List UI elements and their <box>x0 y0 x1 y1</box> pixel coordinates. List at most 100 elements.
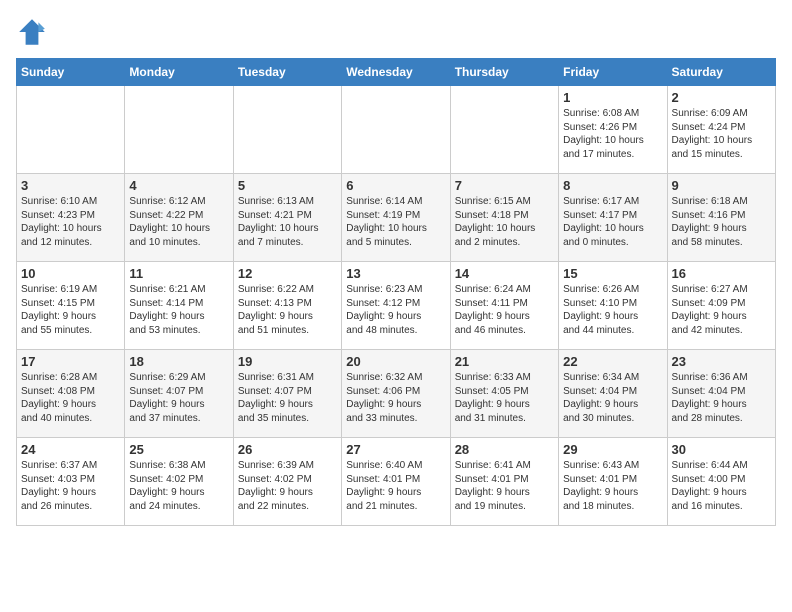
week-row-4: 17 Sunrise: 6:28 AM Sunset: 4:08 PM Dayli… <box>17 350 776 438</box>
day-number: 16 <box>672 266 771 281</box>
day-info: Sunrise: 6:43 AM Sunset: 4:01 PM Dayligh… <box>563 459 662 513</box>
day-info: Sunrise: 6:26 AM Sunset: 4:10 PM Dayligh… <box>563 283 662 337</box>
calendar-cell: 14 Sunrise: 6:24 AM Sunset: 4:11 PM Dayli… <box>450 262 558 350</box>
calendar-cell <box>17 86 125 174</box>
day-info: Sunrise: 6:13 AM Sunset: 4:21 PM Dayligh… <box>238 195 337 249</box>
day-number: 20 <box>346 354 445 369</box>
day-number: 28 <box>455 442 554 457</box>
day-info: Sunrise: 6:39 AM Sunset: 4:02 PM Dayligh… <box>238 459 337 513</box>
calendar-cell: 16Sunrise: 6:27 AM Sunset: 4:09 PM Dayli… <box>667 262 775 350</box>
calendar-cell: 13 Sunrise: 6:23 AM Sunset: 4:12 PM Dayli… <box>342 262 450 350</box>
calendar-cell: 10 Sunrise: 6:19 AM Sunset: 4:15 PM Dayli… <box>17 262 125 350</box>
calendar-cell: 23 Sunrise: 6:36 AM Sunset: 4:04 PM Dayli… <box>667 350 775 438</box>
calendar-cell: 5 Sunrise: 6:13 AM Sunset: 4:21 PM Daylig… <box>233 174 341 262</box>
header-day-friday: Friday <box>559 59 667 86</box>
day-number: 27 <box>346 442 445 457</box>
day-info: Sunrise: 6:24 AM Sunset: 4:11 PM Dayligh… <box>455 283 554 337</box>
calendar-cell: 2 Sunrise: 6:09 AM Sunset: 4:24 PM Daylig… <box>667 86 775 174</box>
day-info: Sunrise: 6:31 AM Sunset: 4:07 PM Dayligh… <box>238 371 337 425</box>
day-info: Sunrise: 6:19 AM Sunset: 4:15 PM Dayligh… <box>21 283 120 337</box>
calendar-cell: 21 Sunrise: 6:33 AM Sunset: 4:05 PM Dayli… <box>450 350 558 438</box>
calendar-cell: 27 Sunrise: 6:40 AM Sunset: 4:01 PM Dayli… <box>342 438 450 526</box>
calendar-cell: 15Sunrise: 6:26 AM Sunset: 4:10 PM Dayli… <box>559 262 667 350</box>
day-info: Sunrise: 6:23 AM Sunset: 4:12 PM Dayligh… <box>346 283 445 337</box>
day-number: 29 <box>563 442 662 457</box>
day-number: 1 <box>563 90 662 105</box>
day-info: Sunrise: 6:18 AM Sunset: 4:16 PM Dayligh… <box>672 195 771 249</box>
day-info: Sunrise: 6:33 AM Sunset: 4:05 PM Dayligh… <box>455 371 554 425</box>
calendar-cell: 17 Sunrise: 6:28 AM Sunset: 4:08 PM Dayli… <box>17 350 125 438</box>
day-info: Sunrise: 6:15 AM Sunset: 4:18 PM Dayligh… <box>455 195 554 249</box>
calendar-cell: 28 Sunrise: 6:41 AM Sunset: 4:01 PM Dayli… <box>450 438 558 526</box>
calendar-cell <box>125 86 233 174</box>
calendar-cell: 8Sunrise: 6:17 AM Sunset: 4:17 PM Daylig… <box>559 174 667 262</box>
calendar-cell: 9 Sunrise: 6:18 AM Sunset: 4:16 PM Daylig… <box>667 174 775 262</box>
page-header <box>16 16 776 48</box>
day-info: Sunrise: 6:40 AM Sunset: 4:01 PM Dayligh… <box>346 459 445 513</box>
week-row-1: 1 Sunrise: 6:08 AM Sunset: 4:26 PM Daylig… <box>17 86 776 174</box>
day-info: Sunrise: 6:38 AM Sunset: 4:02 PM Dayligh… <box>129 459 228 513</box>
calendar-cell: 25 Sunrise: 6:38 AM Sunset: 4:02 PM Dayli… <box>125 438 233 526</box>
day-number: 24 <box>21 442 120 457</box>
week-row-5: 24 Sunrise: 6:37 AM Sunset: 4:03 PM Dayli… <box>17 438 776 526</box>
header-day-sunday: Sunday <box>17 59 125 86</box>
day-number: 25 <box>129 442 228 457</box>
day-number: 9 <box>672 178 771 193</box>
day-info: Sunrise: 6:10 AM Sunset: 4:23 PM Dayligh… <box>21 195 120 249</box>
calendar-body: 1 Sunrise: 6:08 AM Sunset: 4:26 PM Daylig… <box>17 86 776 526</box>
calendar-cell: 29 Sunrise: 6:43 AM Sunset: 4:01 PM Dayli… <box>559 438 667 526</box>
day-info: Sunrise: 6:09 AM Sunset: 4:24 PM Dayligh… <box>672 107 771 161</box>
calendar-cell: 7 Sunrise: 6:15 AM Sunset: 4:18 PM Daylig… <box>450 174 558 262</box>
day-info: Sunrise: 6:36 AM Sunset: 4:04 PM Dayligh… <box>672 371 771 425</box>
day-number: 7 <box>455 178 554 193</box>
calendar-cell: 6 Sunrise: 6:14 AM Sunset: 4:19 PM Daylig… <box>342 174 450 262</box>
day-number: 13 <box>346 266 445 281</box>
day-number: 12 <box>238 266 337 281</box>
day-info: Sunrise: 6:17 AM Sunset: 4:17 PM Dayligh… <box>563 195 662 249</box>
logo-icon <box>16 16 48 48</box>
day-info: Sunrise: 6:22 AM Sunset: 4:13 PM Dayligh… <box>238 283 337 337</box>
calendar-cell: 3 Sunrise: 6:10 AM Sunset: 4:23 PM Daylig… <box>17 174 125 262</box>
day-number: 3 <box>21 178 120 193</box>
header-day-thursday: Thursday <box>450 59 558 86</box>
header-day-tuesday: Tuesday <box>233 59 341 86</box>
day-number: 5 <box>238 178 337 193</box>
day-number: 23 <box>672 354 771 369</box>
day-info: Sunrise: 6:44 AM Sunset: 4:00 PM Dayligh… <box>672 459 771 513</box>
day-info: Sunrise: 6:34 AM Sunset: 4:04 PM Dayligh… <box>563 371 662 425</box>
day-number: 14 <box>455 266 554 281</box>
day-info: Sunrise: 6:41 AM Sunset: 4:01 PM Dayligh… <box>455 459 554 513</box>
calendar-cell: 19Sunrise: 6:31 AM Sunset: 4:07 PM Dayli… <box>233 350 341 438</box>
header-day-wednesday: Wednesday <box>342 59 450 86</box>
week-row-3: 10 Sunrise: 6:19 AM Sunset: 4:15 PM Dayli… <box>17 262 776 350</box>
day-info: Sunrise: 6:29 AM Sunset: 4:07 PM Dayligh… <box>129 371 228 425</box>
day-info: Sunrise: 6:12 AM Sunset: 4:22 PM Dayligh… <box>129 195 228 249</box>
day-info: Sunrise: 6:32 AM Sunset: 4:06 PM Dayligh… <box>346 371 445 425</box>
calendar-cell: 20 Sunrise: 6:32 AM Sunset: 4:06 PM Dayli… <box>342 350 450 438</box>
day-info: Sunrise: 6:28 AM Sunset: 4:08 PM Dayligh… <box>21 371 120 425</box>
calendar-cell: 24 Sunrise: 6:37 AM Sunset: 4:03 PM Dayli… <box>17 438 125 526</box>
day-number: 21 <box>455 354 554 369</box>
day-info: Sunrise: 6:14 AM Sunset: 4:19 PM Dayligh… <box>346 195 445 249</box>
calendar-cell: 26 Sunrise: 6:39 AM Sunset: 4:02 PM Dayli… <box>233 438 341 526</box>
calendar-cell: 1 Sunrise: 6:08 AM Sunset: 4:26 PM Daylig… <box>559 86 667 174</box>
calendar-cell: 18 Sunrise: 6:29 AM Sunset: 4:07 PM Dayli… <box>125 350 233 438</box>
calendar-header: SundayMondayTuesdayWednesdayThursdayFrid… <box>17 59 776 86</box>
day-number: 22 <box>563 354 662 369</box>
day-number: 10 <box>21 266 120 281</box>
week-row-2: 3 Sunrise: 6:10 AM Sunset: 4:23 PM Daylig… <box>17 174 776 262</box>
day-info: Sunrise: 6:08 AM Sunset: 4:26 PM Dayligh… <box>563 107 662 161</box>
day-info: Sunrise: 6:37 AM Sunset: 4:03 PM Dayligh… <box>21 459 120 513</box>
day-info: Sunrise: 6:21 AM Sunset: 4:14 PM Dayligh… <box>129 283 228 337</box>
day-number: 6 <box>346 178 445 193</box>
header-day-saturday: Saturday <box>667 59 775 86</box>
day-number: 26 <box>238 442 337 457</box>
day-number: 11 <box>129 266 228 281</box>
logo <box>16 16 52 48</box>
day-number: 18 <box>129 354 228 369</box>
day-number: 2 <box>672 90 771 105</box>
calendar-cell: 11 Sunrise: 6:21 AM Sunset: 4:14 PM Dayli… <box>125 262 233 350</box>
day-number: 17 <box>21 354 120 369</box>
calendar-cell: 30Sunrise: 6:44 AM Sunset: 4:00 PM Dayli… <box>667 438 775 526</box>
calendar-cell: 12 Sunrise: 6:22 AM Sunset: 4:13 PM Dayli… <box>233 262 341 350</box>
